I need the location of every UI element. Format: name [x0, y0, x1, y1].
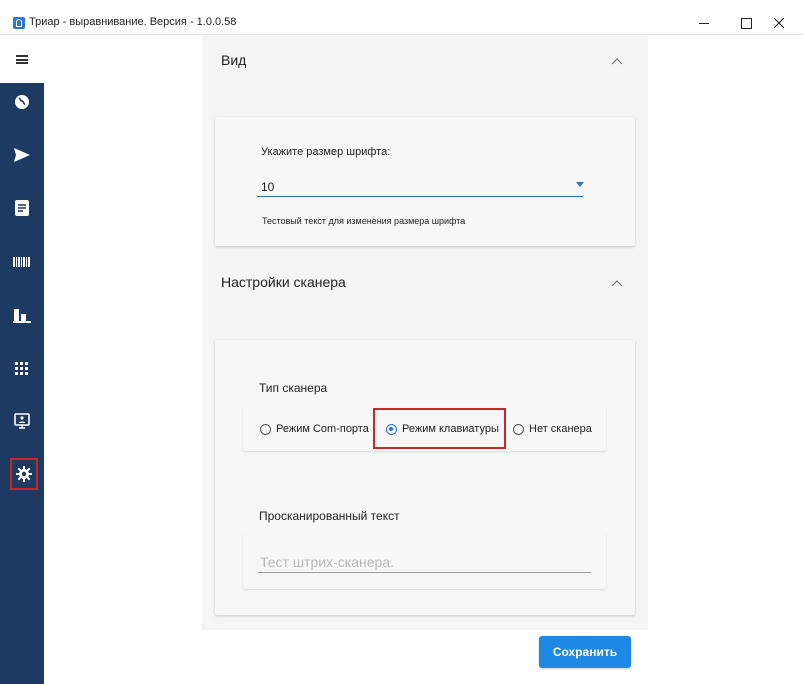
scanned-text-input[interactable]: Тест штрих-сканера.	[260, 554, 394, 570]
radio-label: Режим Com-порта	[276, 423, 369, 435]
sidebar-item-barcode[interactable]	[0, 245, 44, 279]
maximize-button[interactable]	[731, 11, 761, 35]
barcode-icon	[13, 257, 30, 267]
radio-circle	[513, 423, 524, 435]
font-size-label: Укажите размер шрифта:	[261, 146, 391, 158]
chevron-down-icon[interactable]	[576, 182, 584, 187]
close-button[interactable]	[764, 11, 794, 35]
radio-circle	[260, 423, 271, 435]
sidebar-item-stats[interactable]	[0, 298, 44, 332]
chevron-up-icon[interactable]	[611, 279, 623, 287]
sidebar-item-presentation[interactable]	[0, 404, 44, 438]
scanner-type-label: Тип сканера	[259, 381, 328, 395]
bar-chart-icon	[13, 309, 31, 323]
app-icon	[13, 17, 25, 29]
maximize-icon	[740, 17, 752, 29]
font-size-select-underline	[257, 196, 583, 197]
radio-label: Нет сканера	[529, 423, 592, 435]
globe-icon	[15, 95, 29, 109]
close-icon	[774, 18, 784, 28]
grid-icon	[15, 362, 28, 375]
chevron-up-icon[interactable]	[611, 57, 623, 65]
presentation-icon	[14, 413, 30, 429]
radio-no-scanner[interactable]: Нет сканера	[513, 423, 592, 435]
save-button[interactable]: Сохранить	[539, 636, 631, 668]
sidebar-item-apps[interactable]	[0, 352, 44, 386]
title-bar: Триар - выравнивание. Версия - 1.0.0.58	[0, 0, 804, 35]
sidebar-item-globe[interactable]	[0, 85, 44, 119]
sidebar-item-send[interactable]	[0, 138, 44, 172]
minimize-icon	[699, 22, 709, 24]
font-size-card	[215, 117, 635, 246]
window-title: Триар - выравнивание. Версия - 1.0.0.58	[29, 16, 237, 28]
radio-com-port[interactable]: Режим Com-порта	[260, 423, 369, 435]
highlight-frame	[373, 408, 506, 449]
minimize-button[interactable]	[689, 11, 719, 35]
send-icon	[14, 148, 30, 162]
sidebar-item-document[interactable]	[0, 191, 44, 225]
menu-button[interactable]	[0, 35, 44, 83]
font-size-select[interactable]: 10	[261, 180, 274, 194]
section-title-view: Вид	[221, 52, 247, 68]
document-icon	[15, 200, 29, 216]
gear-icon	[16, 466, 32, 482]
font-size-sample-text: Тестовый текст для изменения размера шри…	[262, 216, 466, 226]
sidebar-item-settings[interactable]	[8, 456, 40, 492]
scanned-text-label: Просканированный текст	[259, 509, 400, 523]
hamburger-icon	[16, 54, 28, 64]
section-title-scanner: Настройки сканера	[221, 274, 346, 290]
scanned-text-underline	[258, 572, 591, 573]
